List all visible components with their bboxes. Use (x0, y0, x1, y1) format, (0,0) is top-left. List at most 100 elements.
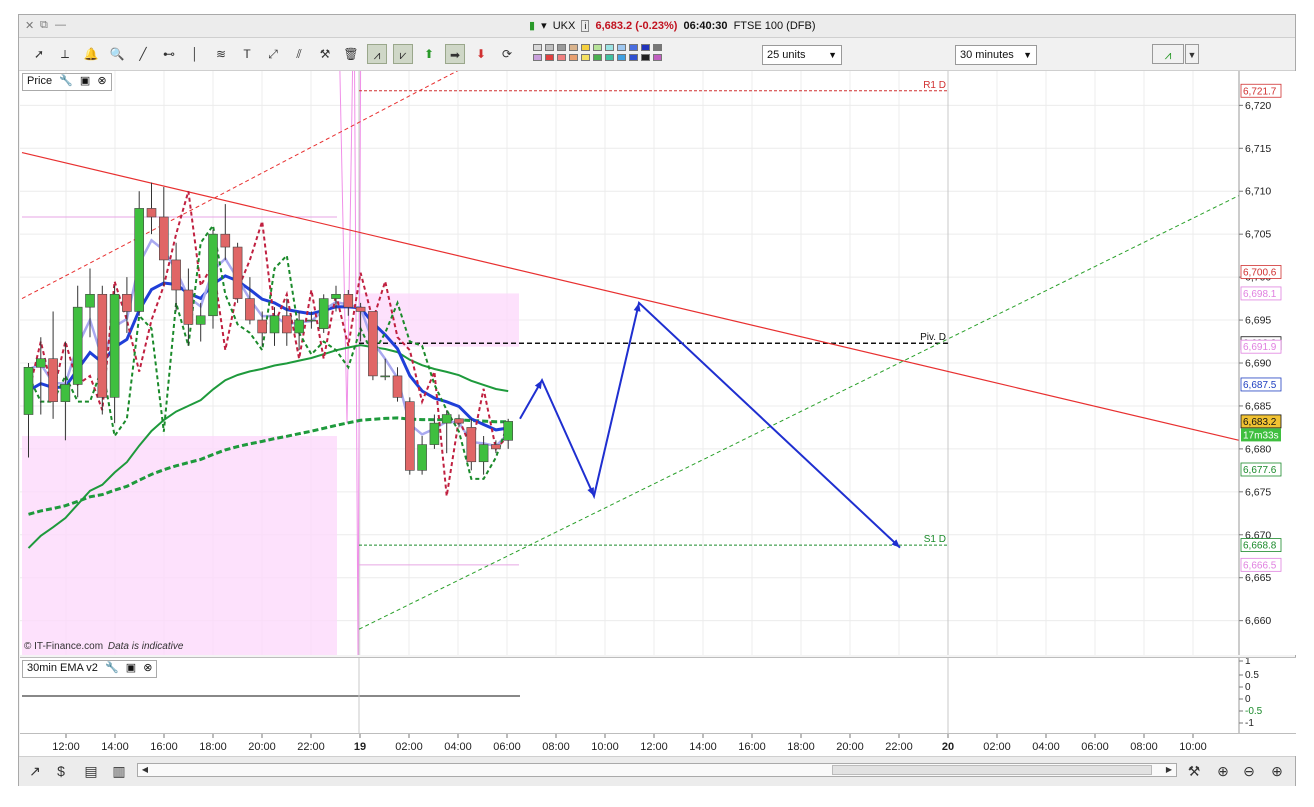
close-panel-icon[interactable]: ⊗ (143, 662, 152, 674)
time-tick-label: 08:00 (542, 741, 570, 753)
color-swatch[interactable] (617, 54, 626, 61)
instrument-dropdown-icon[interactable]: ▾ (541, 20, 547, 32)
color-swatch[interactable] (641, 44, 650, 51)
chart-style-2-icon[interactable]: ⩗ (393, 44, 413, 64)
detach-window-icon[interactable]: ⧉ (40, 19, 48, 32)
indicators-icon[interactable]: ⩘ (1152, 44, 1184, 64)
tools-icon[interactable]: ⚒ (315, 44, 335, 64)
text-icon[interactable]: T (237, 44, 257, 64)
color-swatch[interactable] (557, 44, 566, 51)
time-tick-label: 22:00 (885, 741, 913, 753)
trash-icon[interactable]: 🗑 (341, 44, 361, 64)
dollar-settings-icon[interactable]: $ (51, 761, 71, 781)
time-tick-label: 10:00 (591, 741, 619, 753)
color-swatch[interactable] (581, 44, 590, 51)
channel-icon[interactable]: ⤢ (263, 44, 283, 64)
color-swatch[interactable] (569, 44, 578, 51)
price-panel[interactable]: R1 DPiv. DS1 D6,7206,7156,7106,7056,7006… (20, 0, 1296, 656)
cursor-icon[interactable]: ➚ (29, 44, 49, 64)
color-swatch[interactable] (641, 54, 650, 61)
units-select[interactable]: 25 units ▼ (762, 45, 842, 65)
zoom-out-icon[interactable]: ⊖ (1239, 761, 1259, 781)
osc-tick-label: -0.5 (1245, 706, 1263, 717)
ema-panel[interactable]: 1 0.5 0 0 -0.5 -1 30min EMA v2 🔧 ▣ ⊗ (20, 656, 1296, 734)
zoom-in-icon[interactable]: ⊕ (1267, 761, 1287, 781)
color-swatch[interactable] (581, 54, 590, 61)
time-tick-label: 16:00 (738, 741, 766, 753)
color-swatch[interactable] (569, 54, 578, 61)
time-tick-label: 20:00 (248, 741, 276, 753)
loop-icon[interactable]: ⟳ (497, 44, 517, 64)
candle-body (171, 259, 181, 291)
color-swatch[interactable] (593, 54, 602, 61)
color-swatch[interactable] (617, 44, 626, 51)
price-tick-label: 6,695 (1245, 315, 1271, 327)
minimize-window-icon[interactable]: — (55, 19, 66, 31)
chevron-down-icon: ▼ (828, 50, 837, 60)
market-name: FTSE 100 (DFB) (733, 20, 816, 32)
horizontal-line-icon[interactable]: ⊷ (159, 44, 179, 64)
ruler-icon[interactable]: ⟂ (55, 44, 75, 64)
color-swatch[interactable] (533, 44, 542, 51)
wrench-icon[interactable]: 🔧 (59, 75, 73, 87)
scroll-left-icon[interactable]: ◀ (139, 764, 151, 776)
color-swatch[interactable] (653, 44, 662, 51)
fibonacci-icon[interactable]: ≋ (211, 44, 231, 64)
notes-icon[interactable]: ▤ (81, 761, 101, 781)
scroll-thumb[interactable] (832, 765, 1152, 775)
info-icon[interactable]: i (581, 20, 590, 32)
zoom-fit-icon[interactable]: ⊕ (1213, 761, 1233, 781)
zoom-icon[interactable]: 🔍 (107, 44, 127, 64)
time-tick-label: 18:00 (199, 741, 227, 753)
osc-tick-label: 1 (1245, 658, 1251, 667)
color-swatch[interactable] (545, 54, 554, 61)
osc-tick-label: -1 (1245, 718, 1254, 729)
ema-chart[interactable]: 10.500-0.5-1 (20, 656, 1296, 734)
export-icon[interactable]: ↗ (25, 761, 45, 781)
range-box (359, 293, 519, 347)
time-tick-label: 06:00 (1081, 741, 1109, 753)
parallel-icon[interactable]: ⫽ (289, 44, 309, 64)
trend-line-icon[interactable]: ╱ (133, 44, 153, 64)
color-swatch[interactable] (605, 54, 614, 61)
vertical-line-icon[interactable]: │ (185, 44, 205, 64)
color-swatch[interactable] (533, 54, 542, 61)
sell-arrow-icon[interactable]: ⬇ (471, 44, 491, 64)
candle-body (97, 293, 108, 398)
price-chart[interactable]: R1 DPiv. DS1 D6,7206,7156,7106,7056,7006… (20, 0, 1296, 656)
color-swatch[interactable] (545, 44, 554, 51)
buy-arrow-icon[interactable]: ⬆ (419, 44, 439, 64)
candle-body (380, 375, 391, 378)
candle-body (343, 293, 354, 308)
ema-panel-title: 30min EMA v2 (27, 662, 98, 674)
right-arrow-icon[interactable]: ➡ (445, 44, 465, 64)
ema-panel-label: 30min EMA v2 🔧 ▣ ⊗ (22, 660, 158, 678)
bars-icon[interactable]: ▥ (109, 761, 129, 781)
price-tick-label: 6,690 (1245, 358, 1271, 370)
candle-body (72, 306, 83, 385)
window-icon[interactable]: ▣ (80, 75, 90, 87)
close-panel-icon[interactable]: ⊗ (97, 75, 106, 87)
time-scrollbar[interactable]: ◀ ▶ (137, 763, 1177, 777)
chart-settings-icon[interactable]: ⚒ (1184, 761, 1204, 781)
interval-select[interactable]: 30 minutes ▼ (955, 45, 1037, 65)
close-window-icon[interactable]: ✕ (25, 19, 34, 32)
color-swatch[interactable] (629, 44, 638, 51)
chart-style-1-icon[interactable]: ⩘ (367, 44, 387, 64)
color-swatch[interactable] (629, 54, 638, 61)
instrument-name[interactable]: UKX (553, 20, 576, 32)
scroll-right-icon[interactable]: ▶ (1163, 764, 1175, 776)
alarm-bell-icon[interactable]: 🔔 (81, 44, 101, 64)
color-swatch[interactable] (557, 54, 566, 61)
indicators-dropdown-icon[interactable]: ▼ (1185, 44, 1199, 64)
candle-chart-icon: ▮ (529, 20, 536, 32)
wrench-icon[interactable]: 🔧 (105, 662, 119, 674)
price-tick-label: 6,720 (1245, 100, 1271, 112)
candle-body (429, 422, 440, 445)
data-indicative-note: Data is indicative (107, 641, 184, 652)
color-swatch[interactable] (653, 54, 662, 61)
color-swatch[interactable] (605, 44, 614, 51)
color-swatch[interactable] (593, 44, 602, 51)
price-tick-label: 6,675 (1245, 486, 1271, 498)
window-icon[interactable]: ▣ (126, 662, 136, 674)
